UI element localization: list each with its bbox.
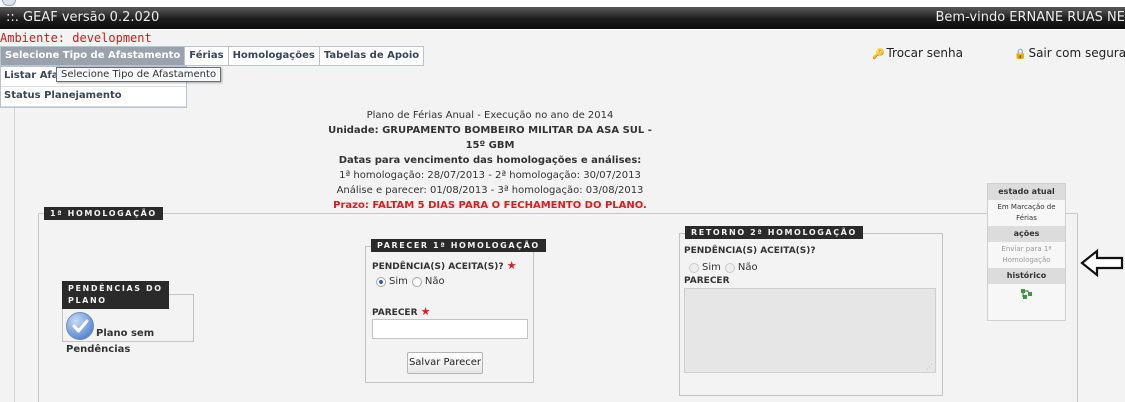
retorno-parecer-label: PARECER xyxy=(684,276,730,286)
retorno-radio-group: Sim Não xyxy=(689,262,758,273)
action-line2: Homologação xyxy=(1002,256,1051,264)
resize-grip-icon[interactable]: ⋰ xyxy=(926,363,933,371)
parecer-radio-group: Sim Não xyxy=(376,276,445,287)
save-parecer-button[interactable]: Salvar Parecer xyxy=(407,352,483,374)
actions-header: ações xyxy=(988,226,1065,242)
radio-sim-label: Sim xyxy=(389,276,408,287)
key-icon: 🔑 xyxy=(872,49,885,60)
retorno-radio-nao[interactable] xyxy=(724,262,735,273)
parecer-label-text: PARECER xyxy=(372,308,418,318)
deadline-warning: Prazo: FALTAM 5 DIAS PARA O FECHAMENTO D… xyxy=(333,200,647,211)
retorno-radio-nao-label: Não xyxy=(737,262,758,273)
main-menu: Selecione Tipo de Afastamento Férias Hom… xyxy=(0,46,425,66)
pendencias-title-line2: PLANO xyxy=(68,296,107,305)
required-star-icon: ★ xyxy=(420,305,431,318)
pendencias-title-line1: PENDÊNCIAS DO xyxy=(68,284,163,293)
top-area: ::. GEAF versão 0.2.020 Bem-vindo ERNANE… xyxy=(0,0,1125,30)
retorno-question: PENDÊNCIA(S) ACEITA(S)? xyxy=(684,246,816,256)
retorno-radio-sim[interactable] xyxy=(689,262,699,273)
plan-info-dates-title: Datas para vencimento das homologações e… xyxy=(338,155,642,166)
required-star-icon: ★ xyxy=(506,259,517,272)
change-password-link[interactable]: 🔑 Trocar senha xyxy=(872,46,963,60)
pendencias-status-line2: Pendências xyxy=(66,344,131,355)
window-knob xyxy=(2,0,16,6)
arrow-left-icon xyxy=(1080,248,1124,278)
logout-link[interactable]: 🔒Sair com segurança xyxy=(1014,46,1125,60)
app-title: ::. GEAF versão 0.2.020 xyxy=(6,10,160,25)
title-bar: ::. GEAF versão 0.2.020 Bem-vindo ERNANE… xyxy=(0,7,1125,29)
retorno-parecer-textarea[interactable]: ⋰ xyxy=(684,288,936,373)
menu-item-ferias[interactable]: Férias xyxy=(184,46,228,66)
menu-item-tipo-afastamento[interactable]: Selecione Tipo de Afastamento xyxy=(0,46,185,66)
retorno-title: RETORNO 2ª HOMOLOGAÇÃO xyxy=(685,226,863,239)
tooltip: Selecione Tipo de Afastamento xyxy=(56,67,222,82)
parecer-title: PARECER 1ª HOMOLOGAÇÃO xyxy=(371,239,546,252)
logout-label: Sair com segurança xyxy=(1028,46,1125,60)
radio-nao-label: Não xyxy=(424,276,445,287)
parecer-question: PENDÊNCIA(S) ACEITA(S)? ★ xyxy=(372,259,517,272)
history-header: histórico xyxy=(988,268,1065,284)
menu-item-tabelas-apoio[interactable]: Tabelas de Apoio xyxy=(318,46,425,66)
environment-label: Ambiente: development xyxy=(0,31,152,45)
homologation-title: 1ª HOMOLOGAÇÃO xyxy=(44,207,163,220)
change-password-label: Trocar senha xyxy=(886,46,963,60)
menu-item-homologacoes[interactable]: Homologações xyxy=(227,46,319,66)
lock-icon: 🔒 xyxy=(1014,49,1027,60)
welcome-text: Bem-vindo ERNANE RUAS NE xyxy=(935,10,1125,25)
radio-sim[interactable] xyxy=(376,276,386,287)
plan-info-unit: Unidade: GRUPAMENTO BOMBEIRO MILITAR DA … xyxy=(328,125,652,151)
parecer-label: PARECER ★ xyxy=(372,305,431,318)
radio-nao[interactable] xyxy=(411,276,422,287)
retorno-radio-sim-label: Sim xyxy=(702,262,721,273)
state-header: estado atual xyxy=(988,184,1065,200)
pendencias-title: PENDÊNCIAS DO PLANO xyxy=(62,281,169,309)
status-panel: estado atual Em Marcação de Férias ações… xyxy=(987,183,1066,321)
history-link[interactable] xyxy=(988,284,1065,306)
plan-info: Plano de Férias Anual - Execução no ano … xyxy=(320,108,660,213)
check-circle-icon xyxy=(66,312,94,340)
plan-info-analysis-dates: Análise e parecer: 01/08/2013 - 3ª homol… xyxy=(336,185,644,196)
parecer-input[interactable] xyxy=(372,319,528,339)
state-value: Em Marcação de Férias xyxy=(988,200,1065,226)
state-value-line2: Férias xyxy=(1016,214,1037,222)
plan-info-homologation-dates: 1ª homologação: 28/07/2013 - 2ª homologa… xyxy=(339,170,641,181)
action-line1: Enviar para 1ª xyxy=(1001,245,1052,253)
history-tree-icon xyxy=(1020,289,1032,299)
state-value-line1: Em Marcação de xyxy=(997,203,1056,211)
parecer-question-label: PENDÊNCIA(S) ACEITA(S)? xyxy=(372,262,504,272)
pendencias-status-line1: Plano sem xyxy=(96,328,155,339)
plan-info-line1: Plano de Férias Anual - Execução no ano … xyxy=(366,110,614,121)
dropdown-item-status-planejamento[interactable]: Status Planejamento xyxy=(1,87,186,107)
send-to-homologation-action[interactable]: Enviar para 1ª Homologação xyxy=(988,242,1065,268)
